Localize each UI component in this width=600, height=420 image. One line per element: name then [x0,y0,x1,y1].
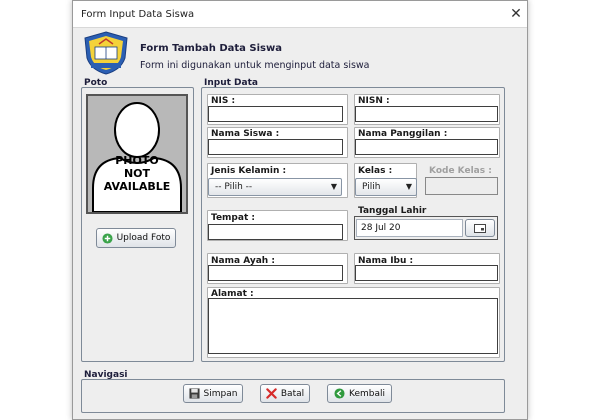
nama-panggilan-label: Nama Panggilan : [358,129,448,139]
header-title: Form Tambah Data Siswa [140,43,282,54]
kode-kelas-label: Kode Kelas : [429,166,492,176]
batal-button[interactable]: Batal [260,384,310,403]
tempat-label: Tempat : [211,213,255,223]
nis-input[interactable] [208,106,343,122]
kelas-select[interactable]: Pilih ▼ [355,178,417,196]
nama-siswa-input[interactable] [208,139,343,155]
chevron-down-icon: ▼ [330,182,338,191]
tanggal-lahir-label: Tanggal Lahir [358,206,427,216]
nis-label: NIS : [211,96,236,106]
jenis-kelamin-value: -- Pilih -- [215,182,253,192]
nisn-label: NISN : [358,96,390,106]
upload-photo-button[interactable]: Upload Foto [96,228,176,248]
alamat-textarea[interactable] [208,298,498,354]
dialog-window: Form Input Data Siswa ✕ Form Tambah Data… [72,0,528,420]
school-logo-icon [84,31,128,75]
nama-siswa-label: Nama Siswa : [211,129,280,139]
batal-label: Batal [280,388,305,399]
upload-photo-label: Upload Foto [116,233,171,243]
kembali-button[interactable]: Kembali [327,384,392,403]
jenis-kelamin-label: Jenis Kelamin : [211,166,287,176]
simpan-button[interactable]: Simpan [183,384,243,403]
close-button[interactable]: ✕ [507,5,525,23]
header-subtitle: Form ini digunakan untuk menginput data … [140,60,370,71]
photo-text-line-3: AVAILABLE [103,180,171,193]
calendar-icon [474,223,486,233]
floppy-disk-icon [188,388,200,399]
kelas-label: Kelas : [358,166,393,176]
nama-ibu-input[interactable] [355,265,498,281]
kembali-label: Kembali [349,388,385,399]
x-mark-icon [266,388,277,399]
jenis-kelamin-select[interactable]: -- Pilih -- ▼ [208,178,342,196]
nisn-input[interactable] [355,106,498,122]
tanggal-lahir-input[interactable]: 28 Jul 20 [356,219,463,237]
chevron-down-icon: ▼ [405,182,413,191]
photo-placeholder: PHOTO NOT AVAILABLE [86,94,188,214]
tempat-input[interactable] [208,224,343,240]
simpan-label: Simpan [203,388,238,399]
photo-text-line-1: PHOTO [115,154,159,167]
close-icon: ✕ [510,6,522,22]
nama-panggilan-input[interactable] [355,139,498,155]
add-circle-icon [102,232,113,244]
window-title: Form Input Data Siswa [81,9,195,20]
nama-ayah-input[interactable] [208,265,343,281]
tanggal-lahir-value: 28 Jul 20 [361,223,401,233]
kelas-value: Pilih [362,182,381,192]
kode-kelas-input [425,177,498,195]
back-arrow-icon [334,388,345,399]
title-bar: Form Input Data Siswa ✕ [73,1,527,28]
calendar-button[interactable] [465,219,495,237]
photo-text-line-2: NOT [123,167,151,180]
